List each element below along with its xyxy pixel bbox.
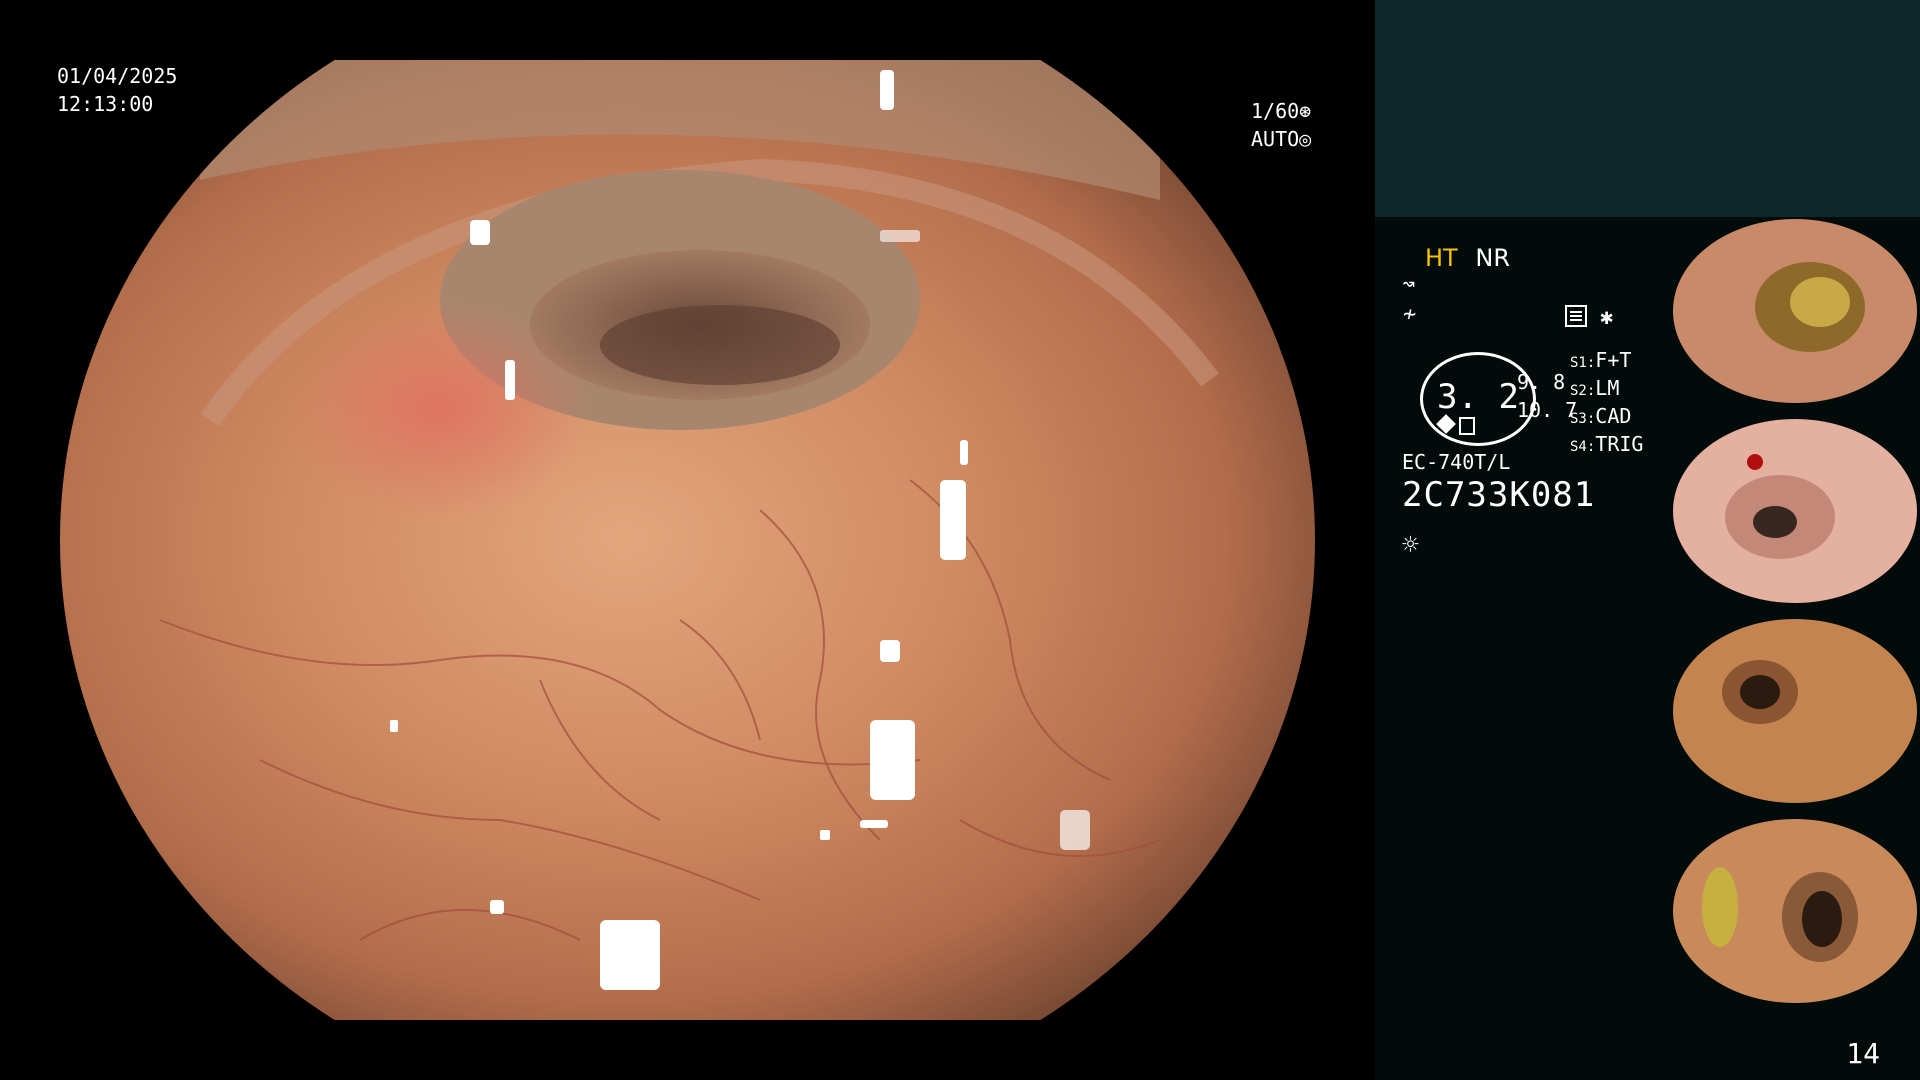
mode-indicator: HT NR <box>1425 244 1510 272</box>
thumbnail[interactable] <box>1670 217 1920 405</box>
settings-list: S1:F+T S2:LM S3:CAD S4:TRIG <box>1570 348 1643 460</box>
thumbnail[interactable] <box>1670 617 1920 805</box>
time-label: 12:13:00 <box>57 92 154 116</box>
side-value-1: 9. 8 <box>1517 370 1566 394</box>
settings-item: S3:CAD <box>1570 404 1632 428</box>
scope-model: EC-740T/L <box>1402 450 1511 474</box>
settings-item: S2:LM <box>1570 376 1620 400</box>
scope-serial: 2C733K081 <box>1402 475 1596 515</box>
light-icon: ☼ <box>1402 528 1419 561</box>
mode-nr-label: NR <box>1475 244 1510 272</box>
mode-ht-label: HT <box>1425 244 1458 272</box>
date-label: 01/04/2025 <box>57 64 178 88</box>
target-icon: ◎ <box>1299 127 1312 151</box>
endoscope-main-view <box>60 60 1315 1020</box>
gauge-marker-icon <box>1436 414 1456 434</box>
curve-icon: ↝ <box>1402 272 1416 297</box>
aperture-icon: ⊛ <box>1299 99 1312 123</box>
date-time: 01/04/2025 12:13:00 <box>57 62 177 118</box>
exposure-label: AUTO <box>1251 127 1300 151</box>
side-value-2: 10. 7 <box>1517 398 1578 422</box>
settings-item: S1:F+T <box>1570 348 1632 372</box>
exposure-row: AUTO◎ <box>1251 125 1311 153</box>
page-number: 14 <box>1846 1037 1880 1070</box>
thumbnail[interactable] <box>1670 817 1920 1005</box>
settings-item: S4:TRIG <box>1570 432 1644 456</box>
shutter-row: 1/60⊛ <box>1251 97 1311 125</box>
signal-slash-icon: ≁ <box>1403 302 1417 327</box>
panel-header-block <box>1375 0 1920 217</box>
exposure-info: 1/60⊛ AUTO◎ <box>1251 97 1311 153</box>
right-panel: HT NR ↝ ≁ ✱ 3. 2 9. 8 10. 7 S1:F+T S2:LM… <box>1375 0 1920 1080</box>
thumbnail[interactable] <box>1670 417 1920 605</box>
shutter-label: 1/60 <box>1251 99 1300 123</box>
asterisk-icon: ✱ <box>1600 305 1614 330</box>
gauge-box-icon <box>1459 417 1475 435</box>
settings-menu-icon <box>1565 305 1587 333</box>
